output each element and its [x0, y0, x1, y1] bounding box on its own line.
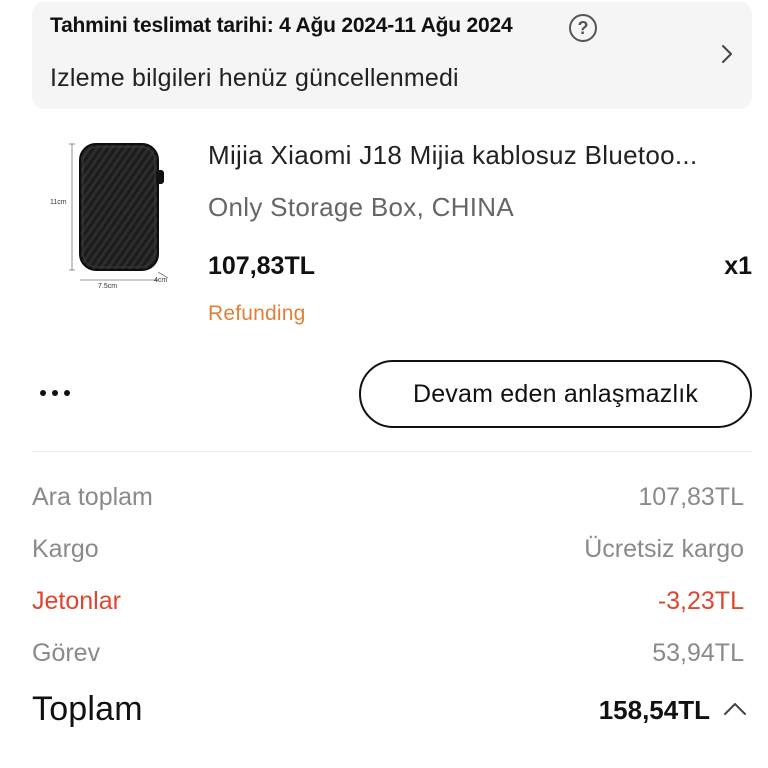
refund-status: Refunding [208, 302, 306, 325]
summary-row-subtotal: Ara toplam 107,83TL [32, 483, 744, 519]
chevron-right-icon[interactable] [716, 40, 738, 68]
product-quantity: x1 [724, 252, 752, 280]
product-image[interactable]: 11cm 7.5cm 4cm [42, 130, 177, 295]
ongoing-dispute-button[interactable]: Devam eden anlaşmazlık [359, 360, 752, 428]
task-label: Görev [32, 639, 101, 667]
task-value: 53,94TL [652, 639, 744, 667]
divider [32, 451, 752, 452]
coins-label: Jetonlar [32, 587, 121, 615]
total-label: Toplam [32, 690, 143, 728]
subtotal-label: Ara toplam [32, 483, 153, 511]
subtotal-value: 107,83TL [638, 483, 744, 511]
dimension-width-label: 7.5cm [98, 283, 117, 290]
tracking-status-text: Izleme bilgileri henüz güncellenmedi [50, 64, 459, 92]
delivery-info-card[interactable]: Tahmini teslimat tarihi: 4 Ağu 2024-11 A… [32, 2, 752, 109]
estimated-delivery-date: Tahmini teslimat tarihi: 4 Ağu 2024-11 A… [50, 14, 513, 37]
product-price: 107,83TL [208, 252, 316, 280]
shipping-label: Kargo [32, 535, 99, 563]
summary-row-coins: Jetonlar -3,23TL [32, 587, 744, 623]
shipping-value: Ücretsiz kargo [584, 535, 744, 563]
summary-row-shipping: Kargo Ücretsiz kargo [32, 535, 744, 571]
product-variant: Only Storage Box, CHINA [208, 192, 515, 222]
dimension-depth-label: 4cm [154, 277, 167, 284]
summary-row-task: Görev 53,94TL [32, 639, 744, 675]
chevron-up-icon[interactable] [722, 698, 748, 720]
coins-value: -3,23TL [657, 587, 744, 615]
total-value: 158,54TL [598, 695, 710, 725]
question-circle-icon[interactable]: ? [569, 14, 597, 42]
more-horizontal-icon[interactable] [38, 378, 78, 408]
product-title[interactable]: Mijia Xiaomi J18 Mijia kablosuz Bluetoo.… [208, 140, 756, 171]
dimension-height-label: 11cm [50, 199, 67, 206]
